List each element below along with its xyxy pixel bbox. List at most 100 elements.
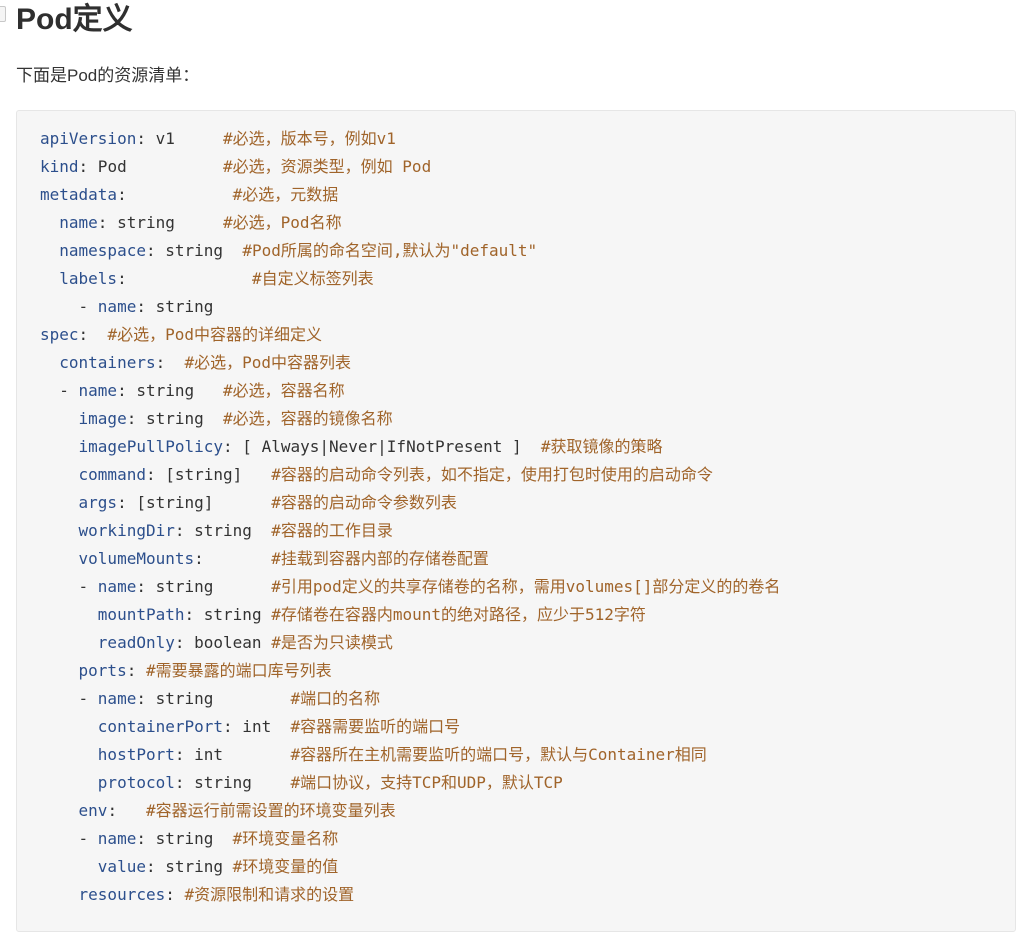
- code-value: [165, 353, 184, 372]
- code-comment: #必选，Pod中容器列表: [184, 353, 352, 372]
- code-comment: #存储卷在容器内mount的绝对路径，应少于512字符: [271, 605, 646, 624]
- code-value: [117, 801, 146, 820]
- code-key: containerPort: [97, 717, 224, 736]
- code-key: mountPath: [97, 605, 185, 624]
- code-line: - name: string #必选，容器名称: [40, 381, 345, 400]
- code-line: imagePullPolicy: [ Always|Never|IfNotPre…: [40, 433, 780, 461]
- code-key: apiVersion: [40, 129, 137, 148]
- code-comment: #必选，Pod名称: [223, 213, 342, 232]
- code-comment: #挂载到容器内部的存储卷配置: [271, 549, 489, 568]
- code-line: - name: string #端口的名称: [40, 689, 381, 708]
- code-comment: #Pod所属的命名空间,默认为"default": [242, 241, 538, 260]
- code-key: volumeMounts: [78, 549, 195, 568]
- code-value: boolean: [184, 633, 272, 652]
- collapse-marker-icon[interactable]: [0, 6, 6, 22]
- code-line: env: #容器运行前需设置的环境变量列表: [40, 797, 780, 825]
- page-title: Pod定义: [16, 3, 133, 36]
- code-value: Pod: [88, 157, 224, 176]
- code-block: apiVersion: v1 #必选，版本号，例如v1 kind: Pod #必选…: [16, 110, 1016, 932]
- code-value: [string]: [126, 493, 272, 512]
- code-key: name: [97, 297, 137, 316]
- code-key: name: [59, 213, 98, 232]
- code-key: name: [78, 381, 118, 400]
- code-value: string: [155, 857, 233, 876]
- code-key: resources: [78, 885, 166, 904]
- code-comment: #自定义标签列表: [251, 269, 374, 288]
- code-key: image: [78, 409, 127, 428]
- code-value: [ Always|Never|IfNotPresent ]: [232, 437, 541, 456]
- code-key: labels: [59, 269, 118, 288]
- code-value: v1: [145, 129, 224, 148]
- code-key: name: [97, 689, 137, 708]
- code-indent: -: [40, 297, 98, 316]
- code-line: protocol: string #端口协议，支持TCP和UDP，默认TCP: [40, 769, 780, 797]
- code-key: kind: [40, 157, 79, 176]
- code-value: [136, 661, 146, 680]
- code-line: labels: #自定义标签列表: [40, 265, 780, 293]
- code-value: string: [194, 605, 272, 624]
- code-key: hostPort: [97, 745, 175, 764]
- code-line: kind: Pod #必选，资源类型，例如 Pod: [40, 157, 432, 176]
- code-key: name: [97, 577, 137, 596]
- code-content: apiVersion: v1 #必选，版本号，例如v1 kind: Pod #必选…: [40, 125, 780, 909]
- code-key: value: [97, 857, 146, 876]
- code-line: containerPort: int #容器需要监听的端口号: [40, 713, 780, 741]
- code-key: metadata: [40, 185, 118, 204]
- code-value: string: [136, 409, 224, 428]
- code-comment: #环境变量的值: [232, 857, 339, 876]
- code-key: spec: [40, 325, 79, 344]
- code-key: name: [97, 829, 137, 848]
- code-comment: #必选，Pod中容器的详细定义: [107, 325, 322, 344]
- code-key: namespace: [59, 241, 146, 260]
- code-comment: #必选，容器名称: [223, 381, 345, 400]
- code-comment: #端口协议，支持TCP和UDP，默认TCP: [290, 773, 563, 792]
- code-line: containers: #必选，Pod中容器列表: [40, 349, 780, 377]
- code-comment: #容器需要监听的端口号: [290, 717, 461, 736]
- code-line: command: [string] #容器的启动命令列表，如不指定，使用打包时使…: [40, 461, 780, 489]
- code-comment: #容器运行前需设置的环境变量列表: [145, 801, 396, 820]
- code-comment: #必选，元数据: [232, 185, 339, 204]
- code-value: [204, 549, 271, 568]
- code-line: - name: string #环境变量名称: [40, 829, 339, 848]
- code-key: protocol: [97, 773, 175, 792]
- code-line: ports: #需要暴露的端口库号列表: [40, 657, 780, 685]
- code-line: - name: string: [40, 297, 214, 316]
- code-line: workingDir: string #容器的工作目录: [40, 517, 780, 545]
- code-line: readOnly: boolean #是否为只读模式: [40, 629, 780, 657]
- code-comment: #必选，版本号，例如v1: [223, 129, 396, 148]
- code-value: string: [107, 213, 224, 232]
- code-value: int: [232, 717, 291, 736]
- code-line: volumeMounts: #挂载到容器内部的存储卷配置: [40, 545, 780, 573]
- code-line: metadata: #必选，元数据: [40, 185, 339, 204]
- code-line: mountPath: string #存储卷在容器内mount的绝对路径，应少于…: [40, 601, 780, 629]
- code-comment: #容器的启动命令列表，如不指定，使用打包时使用的启动命令: [271, 465, 713, 484]
- code-key: args: [78, 493, 118, 512]
- intro-text: 下面是Pod的资源清单：: [16, 66, 200, 85]
- code-value: [127, 185, 233, 204]
- code-line: resources: #资源限制和请求的设置: [40, 881, 780, 909]
- code-value: string: [145, 577, 272, 596]
- code-value: [88, 325, 107, 344]
- code-value: [175, 885, 185, 904]
- code-comment: #必选，资源类型，例如 Pod: [223, 157, 432, 176]
- code-comment: #获取镜像的策略: [540, 437, 663, 456]
- code-line: spec: #必选，Pod中容器的详细定义: [40, 325, 322, 344]
- code-key: workingDir: [78, 521, 175, 540]
- code-comment: #环境变量名称: [232, 829, 339, 848]
